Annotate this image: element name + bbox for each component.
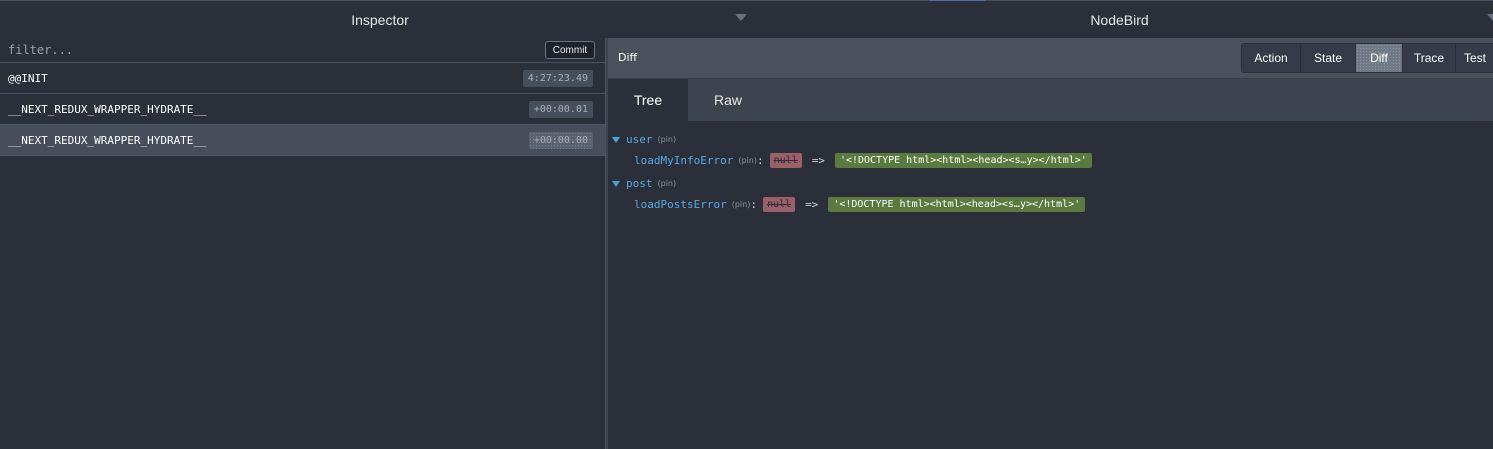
tab-diff[interactable]: Diff [1356,44,1403,72]
added-value: '<!DOCTYPE html><html><head><s…y></html>… [828,197,1086,212]
tree-leaf-loadpostserror: loadPostsError (pin) : null => '<!DOCTYP… [634,197,1086,212]
action-timestamp[interactable]: 4:27:23.49 [522,69,593,87]
expand-arrow-icon[interactable] [612,136,620,143]
action-item-hydrate-selected[interactable]: __NEXT_REDUX_WRAPPER_HYDRATE__ +00:00.00 [0,125,605,156]
diff-arrow: => [811,154,825,167]
tab-test[interactable]: Test [1456,44,1493,72]
view-subtabs: Tree Raw [608,79,1493,122]
store-dropdown[interactable]: NodeBird [746,1,1493,38]
tree-key[interactable]: post [626,177,653,190]
monitor-header: Diff Action State Diff Trace Test [608,38,1493,79]
tree-key[interactable]: user [626,133,653,146]
monitor-tabs: Action State Diff Trace Test [1241,43,1493,73]
chevron-down-icon[interactable] [1487,14,1493,21]
pin-button[interactable]: (pin) [732,200,751,209]
expand-arrow-icon[interactable] [612,180,620,187]
tab-raw[interactable]: Raw [688,79,768,121]
action-name: __NEXT_REDUX_WRAPPER_HYDRATE__ [8,102,207,116]
diff-arrow: => [805,198,819,211]
pin-button[interactable]: (pin) [658,135,677,144]
tree-leaf-loadmyinfoerror: loadMyInfoError (pin) : null => '<!DOCTY… [634,153,1092,168]
action-name: __NEXT_REDUX_WRAPPER_HYDRATE__ [8,133,207,147]
tree-key[interactable]: loadMyInfoError [634,154,733,167]
top-bar: Inspector NodeBird [0,0,1493,39]
tab-trace[interactable]: Trace [1403,44,1456,72]
action-name: @@INIT [8,71,48,85]
page-title: Diff [618,51,638,64]
tab-state[interactable]: State [1301,44,1356,72]
tab-tree[interactable]: Tree [608,79,688,121]
colon-separator: : [756,154,764,167]
added-value: '<!DOCTYPE html><html><head><s…y></html>… [834,153,1092,168]
filter-row: Commit [0,38,605,63]
action-timestamp[interactable]: +00:00.00 [528,131,593,149]
filter-input[interactable] [0,38,540,62]
action-item-hydrate[interactable]: __NEXT_REDUX_WRAPPER_HYDRATE__ +00:00.01 [0,94,605,125]
inspector-dropdown[interactable]: Inspector [0,1,760,38]
removed-value: null [762,197,796,212]
tree-node-user: user (pin) [612,133,676,146]
action-item-init[interactable]: @@INIT 4:27:23.49 [0,63,605,94]
removed-value: null [769,153,802,168]
colon-separator: : [750,198,757,211]
action-timestamp[interactable]: +00:00.01 [528,100,593,118]
pin-button[interactable]: (pin) [658,179,677,188]
tree-node-post: post (pin) [612,177,676,190]
tab-action[interactable]: Action [1242,44,1301,72]
monitor-panel: Diff Action State Diff Trace Test Tree R… [608,38,1493,449]
commit-button[interactable]: Commit [545,41,595,59]
action-list-panel: Commit @@INIT 4:27:23.49 __NEXT_REDUX_WR… [0,38,605,449]
pin-button[interactable]: (pin) [738,156,757,165]
tree-key[interactable]: loadPostsError [634,198,727,211]
